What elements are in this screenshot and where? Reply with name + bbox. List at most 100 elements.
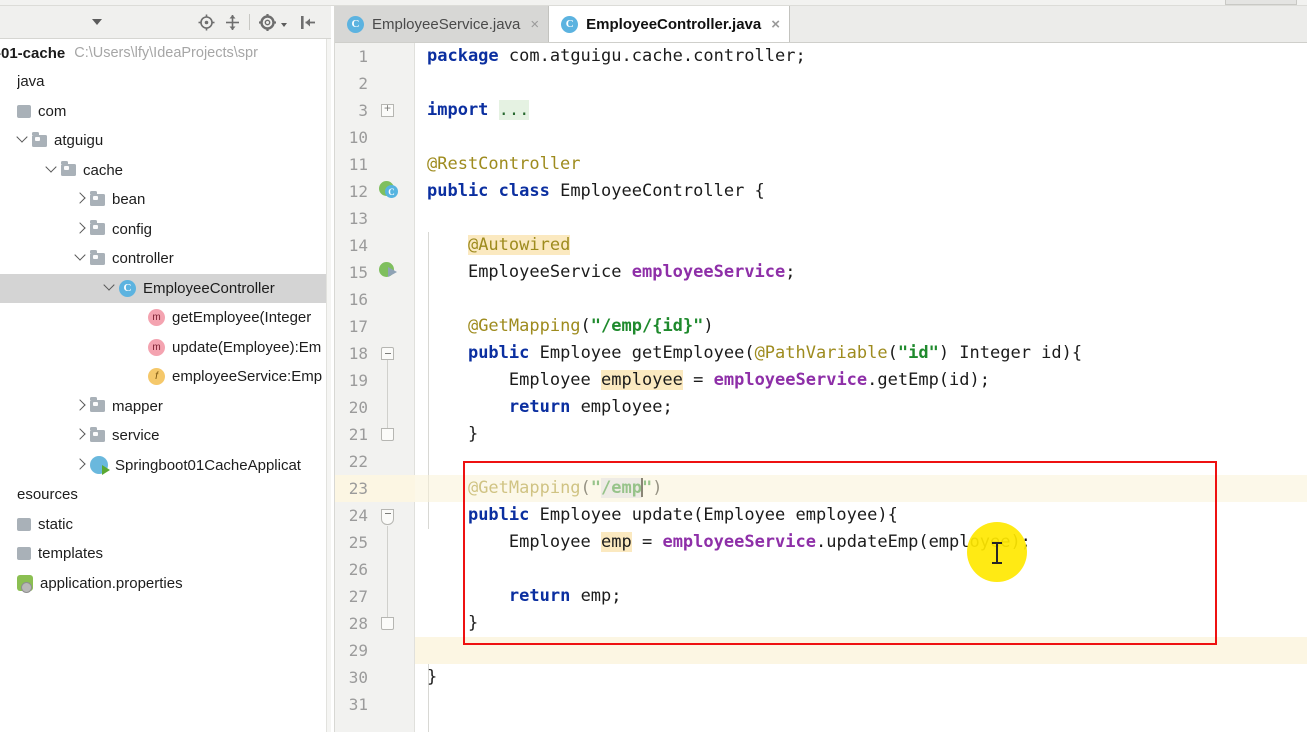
tree-item-label: getEmployee(Integer bbox=[172, 309, 312, 327]
line-number: 28 bbox=[348, 614, 368, 633]
tree-item-controller[interactable]: controller bbox=[0, 244, 326, 274]
code-line-22[interactable] bbox=[415, 448, 1307, 475]
tree-item-employeecontroller[interactable]: C EmployeeController bbox=[0, 273, 326, 303]
project-tool-window: -01-cache C:\Users\lfy\IdeaProjects\spr … bbox=[0, 6, 331, 732]
code-line-31[interactable] bbox=[415, 691, 1307, 718]
code-line-11[interactable]: @RestController bbox=[415, 151, 1307, 178]
close-icon[interactable]: × bbox=[771, 17, 780, 32]
code-line-21[interactable]: } bbox=[415, 421, 1307, 448]
line-number: 26 bbox=[348, 560, 368, 579]
tree-item-getemployee-integer[interactable]: m getEmployee(Integer bbox=[0, 303, 326, 333]
line-number: 25 bbox=[348, 533, 368, 552]
code-line-20[interactable]: return employee; bbox=[415, 394, 1307, 421]
tree-item-bean[interactable]: bean bbox=[0, 185, 326, 215]
code-text[interactable]: package com.atguigu.cache.controller; im… bbox=[415, 43, 1307, 732]
line-number: 24 bbox=[348, 506, 368, 525]
tree-item-label: com bbox=[38, 102, 67, 120]
code-line-15[interactable]: EmployeeService employeeService; bbox=[415, 259, 1307, 286]
tree-item-config[interactable]: config bbox=[0, 215, 326, 245]
project-name: -01-cache bbox=[0, 44, 66, 62]
expand-collapse-icon[interactable] bbox=[219, 9, 245, 35]
fold-collapse-update-icon[interactable] bbox=[381, 509, 394, 525]
chevron-down-icon[interactable] bbox=[102, 280, 119, 297]
tree-item-employeeservice-emp[interactable]: f employeeService:Emp bbox=[0, 362, 326, 392]
settings-gear-icon[interactable] bbox=[254, 9, 280, 35]
code-line-19[interactable]: Employee employee = employeeService.getE… bbox=[415, 367, 1307, 394]
chevron-down-icon[interactable] bbox=[44, 162, 61, 179]
props-icon bbox=[17, 575, 33, 594]
line-number: 13 bbox=[348, 209, 368, 228]
tree-item-static[interactable]: static bbox=[0, 510, 326, 540]
editor-tab-employeecontroller-java[interactable]: C EmployeeController.java × bbox=[549, 6, 791, 42]
code-line-25[interactable]: Employee emp = employeeService.updateEmp… bbox=[415, 529, 1307, 556]
code-line-3[interactable]: import ... bbox=[415, 97, 1307, 124]
tree-item-esources[interactable]: esources bbox=[0, 480, 326, 510]
settings-dropdown-icon[interactable] bbox=[281, 22, 287, 27]
tree-item-service[interactable]: service bbox=[0, 421, 326, 451]
tree-item-mapper[interactable]: mapper bbox=[0, 392, 326, 422]
code-line-17[interactable]: @GetMapping("/emp/{id}") bbox=[415, 313, 1307, 340]
code-line-18[interactable]: public Employee getEmployee(@PathVariabl… bbox=[415, 340, 1307, 367]
code-line-12[interactable]: public class EmployeeController { bbox=[415, 178, 1307, 205]
line-number: 19 bbox=[348, 371, 368, 390]
code-line-1[interactable]: package com.atguigu.cache.controller; bbox=[415, 43, 1307, 70]
locate-target-icon[interactable] bbox=[193, 9, 219, 35]
tree-item-label: service bbox=[112, 427, 160, 445]
chevron-right-icon[interactable] bbox=[73, 191, 90, 208]
spring-bean-class-icon[interactable]: C bbox=[379, 179, 403, 203]
fold-end-update-icon[interactable] bbox=[381, 617, 394, 630]
line-number: 15 bbox=[348, 263, 368, 282]
tree-item-update-employee-em[interactable]: m update(Employee):Em bbox=[0, 333, 326, 363]
tree-item-templates[interactable]: templates bbox=[0, 539, 326, 569]
code-line-10[interactable] bbox=[415, 124, 1307, 151]
code-line-13[interactable] bbox=[415, 205, 1307, 232]
tree-item-cache[interactable]: cache bbox=[0, 156, 326, 186]
close-icon[interactable]: × bbox=[530, 17, 539, 32]
chevron-right-icon[interactable] bbox=[73, 457, 90, 474]
line-number: 12 bbox=[348, 182, 368, 201]
code-line-16[interactable] bbox=[415, 286, 1307, 313]
collapse-dropdown-icon[interactable] bbox=[84, 9, 110, 35]
folder-icon bbox=[90, 220, 105, 236]
chevron-down-icon[interactable] bbox=[15, 132, 32, 149]
code-line-14[interactable]: @Autowired bbox=[415, 232, 1307, 259]
tree-item-label: config bbox=[112, 220, 153, 238]
line-number: 31 bbox=[348, 695, 368, 714]
tree-item-label: static bbox=[38, 515, 74, 533]
tree-item-application-properties[interactable]: application.properties bbox=[0, 569, 326, 599]
tree-item-label: mapper bbox=[112, 397, 163, 415]
code-line-2[interactable] bbox=[415, 70, 1307, 97]
window-top-right-button[interactable] bbox=[1225, 0, 1297, 5]
tree-item-springboot01cacheapplicat[interactable]: Springboot01CacheApplicat bbox=[0, 451, 326, 481]
spring-bean-autowired-icon[interactable] bbox=[379, 260, 403, 284]
fold-expand-import-icon[interactable] bbox=[381, 102, 394, 117]
class-icon: C bbox=[119, 279, 136, 297]
code-line-29[interactable] bbox=[415, 637, 1307, 664]
chevron-right-icon[interactable] bbox=[73, 221, 90, 238]
editor-tab-employeeservice-java[interactable]: C EmployeeService.java × bbox=[335, 6, 550, 42]
chevron-right-icon[interactable] bbox=[73, 427, 90, 444]
project-header[interactable]: -01-cache C:\Users\lfy\IdeaProjects\spr bbox=[0, 39, 326, 67]
fold-end-getemployee-icon[interactable] bbox=[381, 428, 394, 441]
hide-panel-icon[interactable] bbox=[295, 9, 321, 35]
code-line-30[interactable]: } bbox=[415, 664, 1307, 691]
tree-item-java[interactable]: java bbox=[0, 67, 326, 97]
code-line-23[interactable]: @GetMapping("/emp") bbox=[415, 475, 1307, 502]
tree-item-label: controller bbox=[112, 250, 174, 268]
tree-item-com[interactable]: com bbox=[0, 97, 326, 127]
method-icon: m bbox=[148, 309, 165, 327]
folder-icon bbox=[90, 397, 105, 413]
chevron-right-icon[interactable] bbox=[73, 398, 90, 415]
chevron-down-icon[interactable] bbox=[73, 250, 90, 267]
code-line-28[interactable]: } bbox=[415, 610, 1307, 637]
editor-gutter[interactable]: 1 2 3 10 11 12 13 14 15 16 17 18 19 20 21 22 23 24 25 26 27 2… bbox=[335, 43, 415, 732]
fold-collapse-getemployee-icon[interactable] bbox=[381, 347, 394, 360]
code-line-27[interactable]: return emp; bbox=[415, 583, 1307, 610]
code-line-24[interactable]: public Employee update(Employee employee… bbox=[415, 502, 1307, 529]
tree-item-label: esources bbox=[17, 486, 78, 504]
project-tree[interactable]: java com atguigu cache bean config controller C… bbox=[0, 67, 326, 732]
toolbar-separator bbox=[249, 14, 250, 30]
tree-item-atguigu[interactable]: atguigu bbox=[0, 126, 326, 156]
code-view: 1 2 3 10 11 12 13 14 15 16 17 18 19 20 21 22 23 24 25 26 27 2… bbox=[335, 43, 1307, 732]
code-line-26[interactable] bbox=[415, 556, 1307, 583]
